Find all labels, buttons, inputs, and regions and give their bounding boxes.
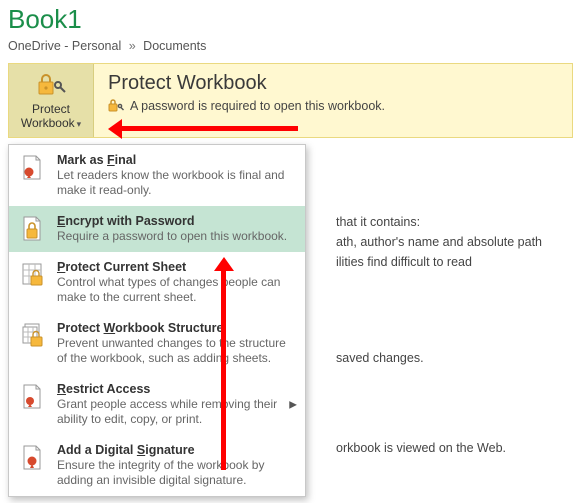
menu-protect-sheet-desc: Control what types of changes people can…	[57, 275, 295, 305]
menu-protect-structure-title: Protect Workbook Structure	[57, 321, 295, 335]
menu-protect-structure-desc: Prevent unwanted changes to the structur…	[57, 336, 295, 366]
protect-workbook-label: Protect Workbook▾	[13, 102, 89, 131]
document-badge-icon	[19, 382, 47, 427]
sheets-lock-icon	[19, 321, 47, 366]
lock-key-small-icon	[108, 99, 124, 113]
document-seal-icon	[19, 443, 47, 488]
menu-encrypt-title: Encrypt with Password	[57, 214, 295, 228]
protect-workbook-button[interactable]: Protect Workbook▾	[9, 64, 94, 137]
annotation-arrow-horizontal	[112, 126, 298, 131]
browser-view-block: orkbook is viewed on the Web.	[310, 426, 506, 458]
menu-protect-current-sheet[interactable]: Protect Current Sheet Control what types…	[9, 252, 305, 313]
chevron-down-icon: ▾	[77, 119, 82, 129]
submenu-arrow-icon: ▶	[289, 399, 297, 410]
breadcrumb: OneDrive - Personal » Documents	[0, 37, 581, 63]
menu-restrict-title: Restrict Access	[57, 382, 295, 396]
banner-heading: Protect Workbook	[108, 72, 385, 95]
menu-encrypt-with-password[interactable]: Encrypt with Password Require a password…	[9, 206, 305, 252]
lock-key-icon	[13, 72, 89, 98]
menu-restrict-access[interactable]: Restrict Access Grant people access whil…	[9, 374, 305, 435]
inspect-workbook-block: that it contains: ath, author's name and…	[310, 200, 542, 272]
breadcrumb-part2[interactable]: Documents	[143, 39, 206, 53]
versions-block: saved changes.	[310, 336, 424, 368]
sheet-lock-icon	[19, 260, 47, 305]
breadcrumb-sep: »	[129, 39, 136, 53]
menu-signature-desc: Ensure the integrity of the workbook by …	[57, 458, 295, 488]
page-title: Book1	[0, 0, 581, 37]
protect-workbook-dropdown: Mark as Final Let readers know the workb…	[8, 144, 306, 497]
menu-mark-as-final-title: Mark as Final	[57, 153, 295, 167]
menu-protect-workbook-structure[interactable]: Protect Workbook Structure Prevent unwan…	[9, 313, 305, 374]
menu-restrict-desc: Grant people access while removing their…	[57, 397, 295, 427]
menu-protect-sheet-title: Protect Current Sheet	[57, 260, 295, 274]
menu-mark-as-final[interactable]: Mark as Final Let readers know the workb…	[9, 145, 305, 206]
banner-status-text: A password is required to open this work…	[130, 99, 385, 113]
menu-add-digital-signature[interactable]: Add a Digital Signature Ensure the integ…	[9, 435, 305, 496]
document-lock-icon	[19, 214, 47, 244]
menu-mark-as-final-desc: Let readers know the workbook is final a…	[57, 168, 295, 198]
annotation-arrow-vertical	[221, 261, 226, 470]
breadcrumb-part1[interactable]: OneDrive - Personal	[8, 39, 121, 53]
menu-encrypt-desc: Require a password to open this workbook…	[57, 229, 295, 244]
menu-signature-title: Add a Digital Signature	[57, 443, 295, 457]
document-final-icon	[19, 153, 47, 198]
